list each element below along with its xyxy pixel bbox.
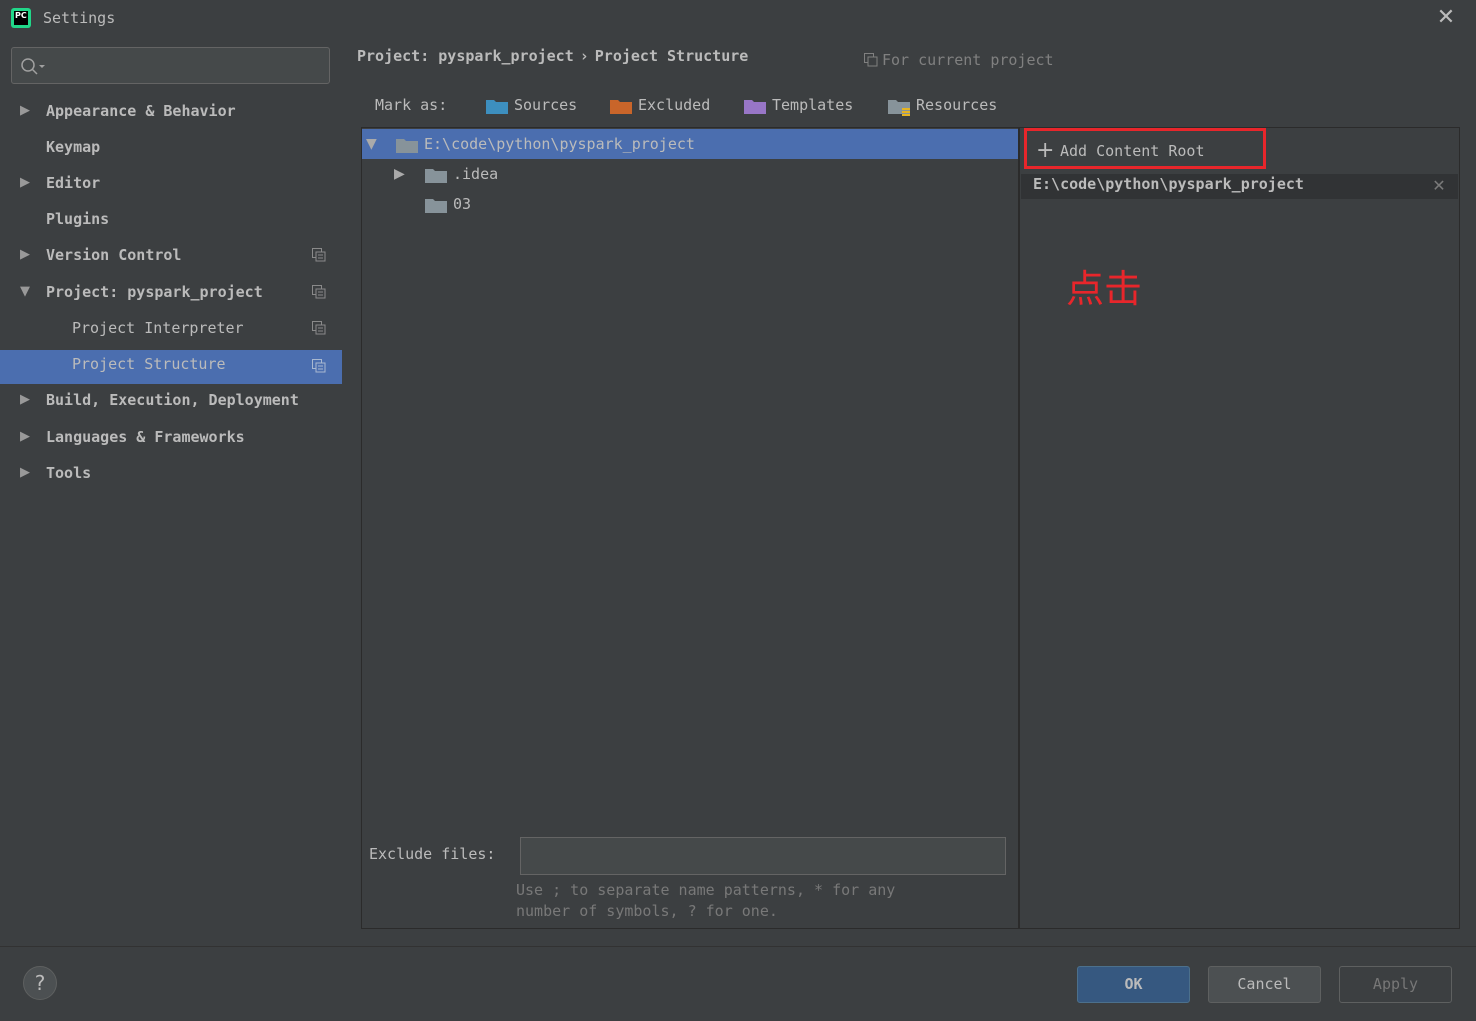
sidebar-item-plugins[interactable]: Plugins — [0, 202, 342, 236]
sidebar-item-appearance-behavior[interactable]: ▶ Appearance & Behavior — [0, 94, 342, 128]
sidebar-item-label: Tools — [46, 464, 92, 482]
mark-excluded-button[interactable]: Excluded — [610, 96, 720, 118]
mark-sources-button[interactable]: Sources — [486, 96, 586, 118]
mark-resources-button[interactable]: Resources — [888, 96, 1008, 118]
tree-row-idea[interactable]: ▶ .idea — [362, 159, 1018, 189]
hint-line: number of symbols, ? for one. — [516, 902, 778, 920]
project-scope-icon — [312, 248, 326, 262]
sidebar-item-build-execution-deployment[interactable]: ▶ Build, Execution, Deployment — [0, 383, 342, 417]
sidebar-item-version-control[interactable]: ▶ Version Control — [0, 238, 342, 272]
mark-as-label: Mark as: — [375, 96, 448, 114]
sidebar-item-label: Plugins — [46, 210, 110, 228]
exclude-files-input[interactable] — [520, 837, 1006, 875]
mark-button-label: Sources — [514, 96, 578, 114]
sidebar-item-label: Project: pyspark_project — [46, 283, 263, 301]
project-scope-icon — [864, 53, 878, 67]
mark-button-label: Templates — [772, 96, 854, 114]
folder-icon — [396, 139, 418, 153]
sidebar-item-label: Project Interpreter — [72, 319, 244, 337]
annotation-highlight-box — [1024, 128, 1266, 169]
folder-icon — [425, 199, 447, 213]
content-roots-panel — [1019, 127, 1460, 929]
sidebar-item-label: Project Structure — [72, 355, 226, 373]
annotation-text: 点击 — [1066, 267, 1143, 311]
cancel-button[interactable]: Cancel — [1208, 966, 1321, 1003]
sidebar-item-label: Languages & Frameworks — [46, 428, 245, 446]
close-icon[interactable]: ✕ — [1433, 5, 1459, 31]
folder-tree-panel — [361, 127, 1019, 929]
sidebar-item-label: Build, Execution, Deployment — [46, 391, 299, 409]
sidebar-item-project-structure[interactable]: Project Structure — [0, 350, 342, 384]
collapse-arrow-icon[interactable]: ▼ — [20, 275, 36, 309]
ok-button[interactable]: OK — [1077, 966, 1190, 1003]
sidebar-item-tools[interactable]: ▶ Tools — [0, 456, 342, 490]
sidebar-item-keymap[interactable]: Keymap — [0, 130, 342, 164]
mark-templates-button[interactable]: Templates — [744, 96, 864, 118]
project-scope-icon — [312, 359, 326, 373]
scope-note: For current project — [864, 51, 1054, 69]
sidebar-item-label: Editor — [46, 174, 101, 192]
templates-folder-icon — [744, 100, 766, 114]
expand-arrow-icon[interactable]: ▶ — [20, 166, 36, 200]
expand-arrow-icon[interactable]: ▶ — [394, 159, 405, 189]
window-title: Settings — [43, 9, 116, 27]
apply-button[interactable]: Apply — [1339, 966, 1452, 1003]
expand-arrow-icon[interactable]: ▶ — [20, 94, 36, 128]
mark-button-label: Excluded — [638, 96, 711, 114]
scope-note-text: For current project — [882, 51, 1054, 69]
project-scope-icon — [312, 285, 326, 299]
sidebar-item-languages-frameworks[interactable]: ▶ Languages & Frameworks — [0, 420, 342, 454]
tree-row-label: E:\code\python\pyspark_project — [424, 135, 695, 153]
expand-arrow-icon[interactable]: ▶ — [20, 238, 36, 272]
sidebar-item-project[interactable]: ▼ Project: pyspark_project — [0, 275, 342, 309]
tree-row-label: 03 — [453, 195, 472, 213]
breadcrumb-parent[interactable]: Project: pyspark_project — [357, 47, 574, 65]
excluded-folder-icon — [610, 100, 632, 114]
search-icon — [21, 58, 45, 75]
expand-arrow-icon[interactable]: ▶ — [20, 383, 36, 417]
title-bar — [0, 0, 1476, 36]
tree-row-03[interactable]: 03 — [362, 189, 1018, 219]
help-button[interactable]: ? — [23, 966, 57, 1000]
exclude-files-label: Exclude files: — [369, 845, 496, 863]
tree-row-label: .idea — [453, 165, 499, 183]
folder-icon — [425, 169, 447, 183]
content-root-path: E:\code\python\pyspark_project — [1033, 175, 1304, 193]
sources-folder-icon — [486, 100, 508, 114]
mark-button-label: Resources — [916, 96, 998, 114]
tree-row-root[interactable]: ▼ E:\code\python\pyspark_project — [362, 129, 1018, 159]
expand-arrow-icon[interactable]: ▶ — [20, 456, 36, 490]
exclude-files-hint: Use ; to separate name patterns, * for a… — [516, 880, 956, 922]
expand-arrow-icon[interactable]: ▶ — [20, 420, 36, 454]
resources-folder-icon — [888, 100, 910, 116]
sidebar-item-project-interpreter[interactable]: Project Interpreter — [0, 311, 342, 345]
breadcrumb: Project: pyspark_project › Project Structu… — [357, 47, 748, 65]
search-input[interactable] — [11, 47, 330, 84]
sidebar-item-label: Version Control — [46, 246, 182, 264]
collapse-arrow-icon[interactable]: ▼ — [366, 129, 377, 159]
sidebar-item-editor[interactable]: ▶ Editor — [0, 166, 342, 200]
breadcrumb-current: Project Structure — [594, 47, 749, 65]
project-scope-icon — [312, 321, 326, 335]
remove-content-root-icon[interactable]: ✕ — [1429, 175, 1449, 195]
pycharm-logo-icon: PC — [11, 8, 31, 28]
sidebar-item-label: Appearance & Behavior — [46, 102, 236, 120]
breadcrumb-separator: › — [579, 47, 589, 65]
hint-line: Use ; to separate name patterns, * for a… — [516, 881, 896, 899]
sidebar-item-label: Keymap — [46, 138, 101, 156]
